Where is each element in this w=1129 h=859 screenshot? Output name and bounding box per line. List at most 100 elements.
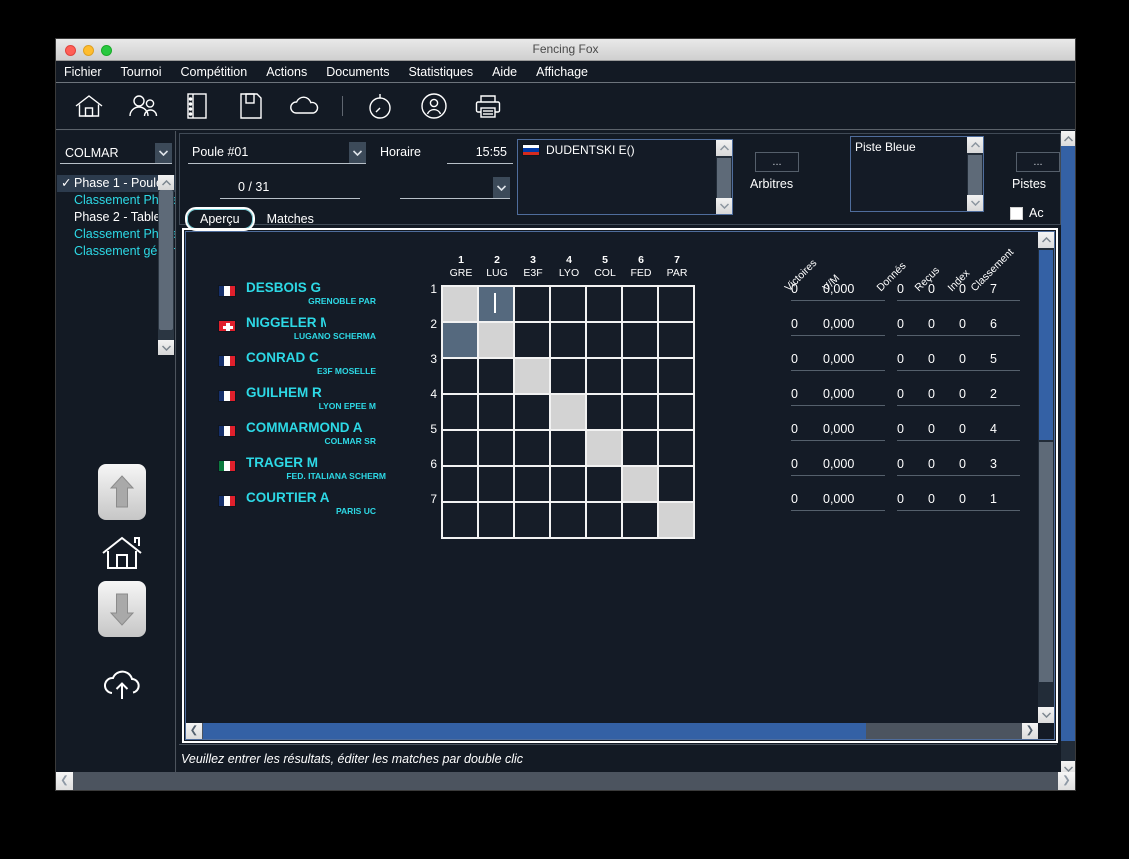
menu-item-documents[interactable]: Documents (326, 65, 389, 79)
piste-listbox[interactable]: Piste Bleue (850, 136, 984, 212)
menu-item-aide[interactable]: Aide (492, 65, 517, 79)
grid-cell-7-4[interactable] (551, 503, 585, 537)
chevron-down-icon[interactable] (155, 143, 172, 163)
fencer-row[interactable]: GUILHEM R LYON EPEE M 4 (218, 385, 468, 420)
arrow-up-button[interactable] (98, 464, 146, 520)
grid-cell-3-2[interactable] (479, 359, 513, 393)
scroll-up-button[interactable] (716, 140, 732, 156)
notebook-icon[interactable] (178, 89, 216, 123)
grid-cell-4-6[interactable] (623, 395, 657, 429)
grid-cell-3-1[interactable] (443, 359, 477, 393)
grid-cell-7-2[interactable] (479, 503, 513, 537)
scroll-right-button[interactable]: ❯ (1022, 723, 1038, 739)
piste-list-item[interactable]: Piste Bleue (851, 137, 983, 154)
sidebar-scroll-up-button[interactable] (158, 175, 174, 190)
grid-cell-7-6[interactable] (623, 503, 657, 537)
grid-cell-3-7[interactable] (659, 359, 693, 393)
grid-cell-4-1[interactable] (443, 395, 477, 429)
scroll-left-button[interactable]: ❮ (56, 772, 73, 790)
club-select[interactable]: COLMAR (60, 143, 172, 164)
cloud-upload-button[interactable] (98, 661, 146, 707)
tab-matches[interactable]: Matches (263, 209, 318, 229)
match-count-field[interactable]: 0 / 31 (220, 177, 360, 199)
window-horizontal-scrollbar[interactable]: ❮ ❯ (56, 772, 1075, 790)
fencer-row[interactable]: NIGGELER M LUGANO SCHERMA 2 (218, 315, 468, 350)
scroll-up-button[interactable] (1038, 232, 1054, 248)
poule-result-grid[interactable] (441, 285, 695, 539)
menu-item-tournoi[interactable]: Tournoi (121, 65, 162, 79)
menu-item-statistiques[interactable]: Statistiques (408, 65, 473, 79)
grid-cell-5-1[interactable] (443, 431, 477, 465)
grid-cell-3-6[interactable] (623, 359, 657, 393)
scroll-up-button[interactable] (967, 137, 983, 153)
printer-icon[interactable] (469, 89, 507, 123)
scroll-right-button[interactable]: ❯ (1058, 772, 1075, 790)
grid-cell-7-3[interactable] (515, 503, 549, 537)
scroll-down-button[interactable] (1038, 707, 1054, 723)
people-icon[interactable] (124, 89, 162, 123)
grid-cell-2-5[interactable] (587, 323, 621, 357)
grid-cell-5-2[interactable] (479, 431, 513, 465)
grid-cell-1-6[interactable] (623, 287, 657, 321)
grid-cell-3-4[interactable] (551, 359, 585, 393)
piste-options-button[interactable]: ... (1016, 152, 1060, 172)
fencer-row[interactable]: COURTIER A PARIS UC 7 (218, 490, 468, 525)
fencer-row[interactable]: COMMARMOND A COLMAR SR 5 (218, 420, 468, 455)
user-circle-icon[interactable] (415, 89, 453, 123)
grid-cell-4-5[interactable] (587, 395, 621, 429)
grid-cell-5-6[interactable] (623, 431, 657, 465)
grid-cell-6-7[interactable] (659, 467, 693, 501)
referee-list-scrollbar[interactable] (716, 140, 732, 214)
active-checkbox[interactable]: Ac (1010, 206, 1044, 220)
grid-cell-1-7[interactable] (659, 287, 693, 321)
scrollbar-thumb[interactable] (203, 723, 866, 739)
grid-cell-6-1[interactable] (443, 467, 477, 501)
poule-vertical-scrollbar[interactable] (1038, 232, 1054, 723)
grid-cell-4-2[interactable] (479, 395, 513, 429)
scrollbar-thumb[interactable] (968, 155, 982, 195)
home-button[interactable] (98, 531, 146, 577)
grid-cell-4-7[interactable] (659, 395, 693, 429)
grid-cell-1-2[interactable] (479, 287, 513, 321)
checkbox-box[interactable] (1010, 206, 1023, 220)
save-icon[interactable] (232, 89, 270, 123)
sidebar-scrollbar-thumb[interactable] (159, 190, 173, 330)
grid-cell-4-3[interactable] (515, 395, 549, 429)
grid-cell-6-5[interactable] (587, 467, 621, 501)
grid-cell-6-2[interactable] (479, 467, 513, 501)
horaire-field[interactable]: 15:55 (447, 142, 513, 164)
scroll-down-button[interactable] (967, 195, 983, 211)
grid-cell-5-3[interactable] (515, 431, 549, 465)
fencer-row[interactable]: CONRAD C E3F MOSELLE 3 (218, 350, 468, 385)
fencer-row[interactable]: TRAGER M FED. ITALIANA SCHERM 6 (218, 455, 468, 490)
referee-list-item[interactable]: DUDENTSKI E() (518, 140, 732, 157)
piste-list-scrollbar[interactable] (967, 137, 983, 211)
grid-cell-1-3[interactable] (515, 287, 549, 321)
tab-apercu[interactable]: Aperçu (185, 207, 255, 231)
arrow-down-button[interactable] (98, 581, 146, 637)
scrollbar-thumb-secondary[interactable] (1039, 442, 1053, 682)
grid-cell-6-3[interactable] (515, 467, 549, 501)
referee-listbox[interactable]: DUDENTSKI E() (517, 139, 733, 215)
grid-cell-2-1[interactable] (443, 323, 477, 357)
grid-cell-6-4[interactable] (551, 467, 585, 501)
chevron-down-icon[interactable] (493, 177, 510, 198)
grid-cell-3-5[interactable] (587, 359, 621, 393)
home-icon[interactable] (70, 89, 108, 123)
chevron-down-icon[interactable] (349, 142, 366, 163)
window-vertical-scrollbar[interactable] (1061, 131, 1075, 776)
grid-cell-5-4[interactable] (551, 431, 585, 465)
scroll-left-button[interactable]: ❮ (186, 723, 202, 739)
menu-item-actions[interactable]: Actions (266, 65, 307, 79)
cloud-icon[interactable] (286, 89, 324, 123)
sidebar-scroll-down-button[interactable] (158, 340, 174, 355)
referee-options-button[interactable]: ... (755, 152, 799, 172)
grid-cell-1-5[interactable] (587, 287, 621, 321)
grid-cell-2-7[interactable] (659, 323, 693, 357)
grid-cell-1-4[interactable] (551, 287, 585, 321)
stopwatch-icon[interactable] (361, 89, 399, 123)
scrollbar-thumb[interactable] (1061, 146, 1075, 741)
scrollbar-thumb[interactable] (1039, 250, 1053, 440)
grid-cell-7-5[interactable] (587, 503, 621, 537)
scroll-down-button[interactable] (716, 198, 732, 214)
